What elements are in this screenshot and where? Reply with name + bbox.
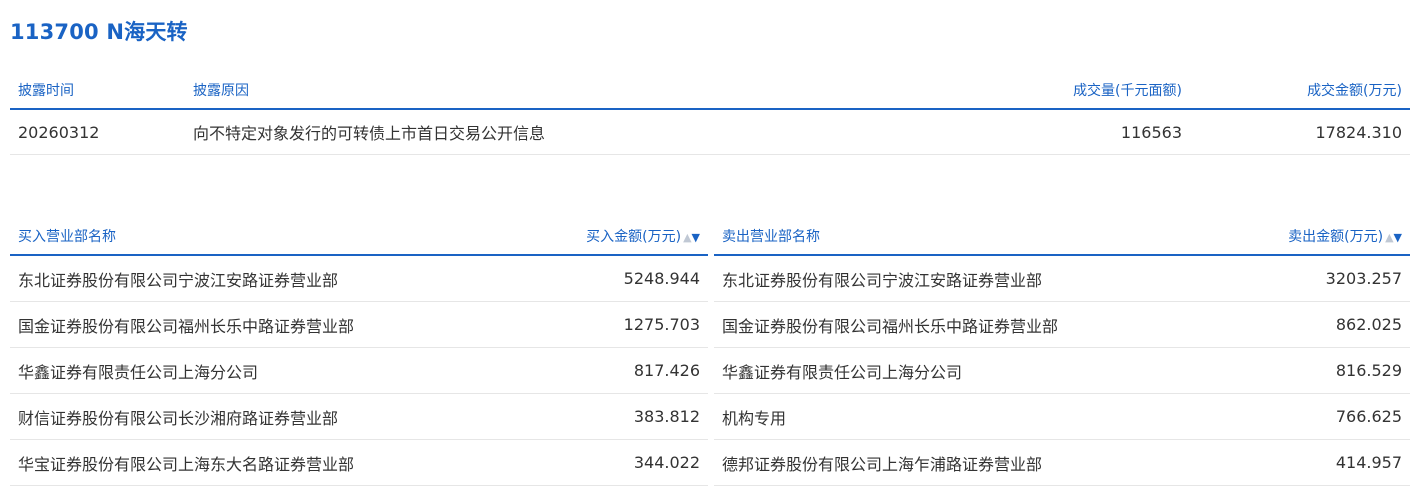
turnover-value: 17824.310: [1190, 109, 1410, 155]
header-disclosure-reason: 披露原因: [185, 72, 810, 110]
table-row: 东北证券股份有限公司宁波江安路证券营业部 5248.944: [10, 255, 708, 302]
sell-amount: 766.625: [1234, 393, 1410, 440]
buy-amount: 5248.944: [530, 255, 708, 302]
sort-descending-icon[interactable]: ▼: [692, 231, 700, 244]
sort-ascending-icon[interactable]: ▲: [1385, 231, 1393, 244]
sell-branch-name: 东北证券股份有限公司宁波江安路证券营业部: [714, 255, 1234, 302]
page-title: 113700 N海天转: [10, 20, 188, 44]
buy-amount: 817.426: [530, 347, 708, 394]
header-sell-amount[interactable]: 卖出金额(万元) ▲▼: [1234, 218, 1410, 256]
header-disclosure-date: 披露时间: [10, 72, 185, 110]
sort-descending-icon[interactable]: ▼: [1394, 231, 1402, 244]
sell-amount: 862.025: [1234, 301, 1410, 348]
disclosure-header-row: 披露时间 披露原因 成交量(千元面额) 成交金额(万元): [10, 72, 1410, 110]
header-buy-branch: 买入营业部名称: [10, 218, 530, 256]
sell-branch-name: 华鑫证券有限责任公司上海分公司: [714, 347, 1234, 394]
buy-amount-label: 买入金额(万元): [586, 229, 682, 245]
sort-icon[interactable]: ▲▼: [683, 231, 700, 244]
buy-branch-name: 财信证券股份有限公司长沙湘府路证券营业部: [10, 393, 530, 440]
sell-branch-name: 德邦证券股份有限公司上海乍浦路证券营业部: [714, 439, 1234, 486]
header-sell-branch: 卖出营业部名称: [714, 218, 1234, 256]
sell-amount-label: 卖出金额(万元): [1288, 229, 1384, 245]
table-row: 机构专用 766.625: [714, 393, 1410, 440]
buy-amount: 344.022: [530, 439, 708, 486]
buy-amount: 1275.703: [530, 301, 708, 348]
table-row: 华鑫证券有限责任公司上海分公司 816.529: [714, 347, 1410, 394]
buy-branch-name: 华鑫证券有限责任公司上海分公司: [10, 347, 530, 394]
sell-amount: 816.529: [1234, 347, 1410, 394]
disclosure-reason: 向不特定对象发行的可转债上市首日交易公开信息: [185, 109, 810, 155]
sell-branch-name: 机构专用: [714, 393, 1234, 440]
sell-table: 卖出营业部名称 卖出金额(万元) ▲▼ 东北证券股份有限公司宁波江安路证券营业部 …: [714, 218, 1410, 486]
sell-header-row: 卖出营业部名称 卖出金额(万元) ▲▼: [714, 218, 1410, 256]
buy-branch-name: 国金证券股份有限公司福州长乐中路证券营业部: [10, 301, 530, 348]
sell-amount: 3203.257: [1234, 255, 1410, 302]
buy-branch-name: 东北证券股份有限公司宁波江安路证券营业部: [10, 255, 530, 302]
table-row: 德邦证券股份有限公司上海乍浦路证券营业部 414.957: [714, 439, 1410, 486]
sort-ascending-icon[interactable]: ▲: [683, 231, 691, 244]
disclosure-table: 披露时间 披露原因 成交量(千元面额) 成交金额(万元) 20260312 向不…: [10, 72, 1410, 155]
buy-amount: 383.812: [530, 393, 708, 440]
volume-value: 116563: [810, 109, 1190, 155]
buy-table: 买入营业部名称 买入金额(万元) ▲▼ 东北证券股份有限公司宁波江安路证券营业部 …: [10, 218, 708, 486]
table-row: 东北证券股份有限公司宁波江安路证券营业部 3203.257: [714, 255, 1410, 302]
table-row: 华宝证券股份有限公司上海东大名路证券营业部 344.022: [10, 439, 708, 486]
buy-header-row: 买入营业部名称 买入金额(万元) ▲▼: [10, 218, 708, 256]
disclosure-date: 20260312: [10, 109, 185, 155]
header-volume: 成交量(千元面额): [810, 72, 1190, 110]
table-row: 财信证券股份有限公司长沙湘府路证券营业部 383.812: [10, 393, 708, 440]
buy-branch-name: 华宝证券股份有限公司上海东大名路证券营业部: [10, 439, 530, 486]
header-buy-amount[interactable]: 买入金额(万元) ▲▼: [530, 218, 708, 256]
sell-branch-name: 国金证券股份有限公司福州长乐中路证券营业部: [714, 301, 1234, 348]
table-row: 国金证券股份有限公司福州长乐中路证券营业部 1275.703: [10, 301, 708, 348]
header-turnover: 成交金额(万元): [1190, 72, 1410, 110]
table-row: 国金证券股份有限公司福州长乐中路证券营业部 862.025: [714, 301, 1410, 348]
sell-amount: 414.957: [1234, 439, 1410, 486]
table-row: 20260312 向不特定对象发行的可转债上市首日交易公开信息 116563 1…: [10, 109, 1410, 155]
table-row: 华鑫证券有限责任公司上海分公司 817.426: [10, 347, 708, 394]
sort-icon[interactable]: ▲▼: [1385, 231, 1402, 244]
